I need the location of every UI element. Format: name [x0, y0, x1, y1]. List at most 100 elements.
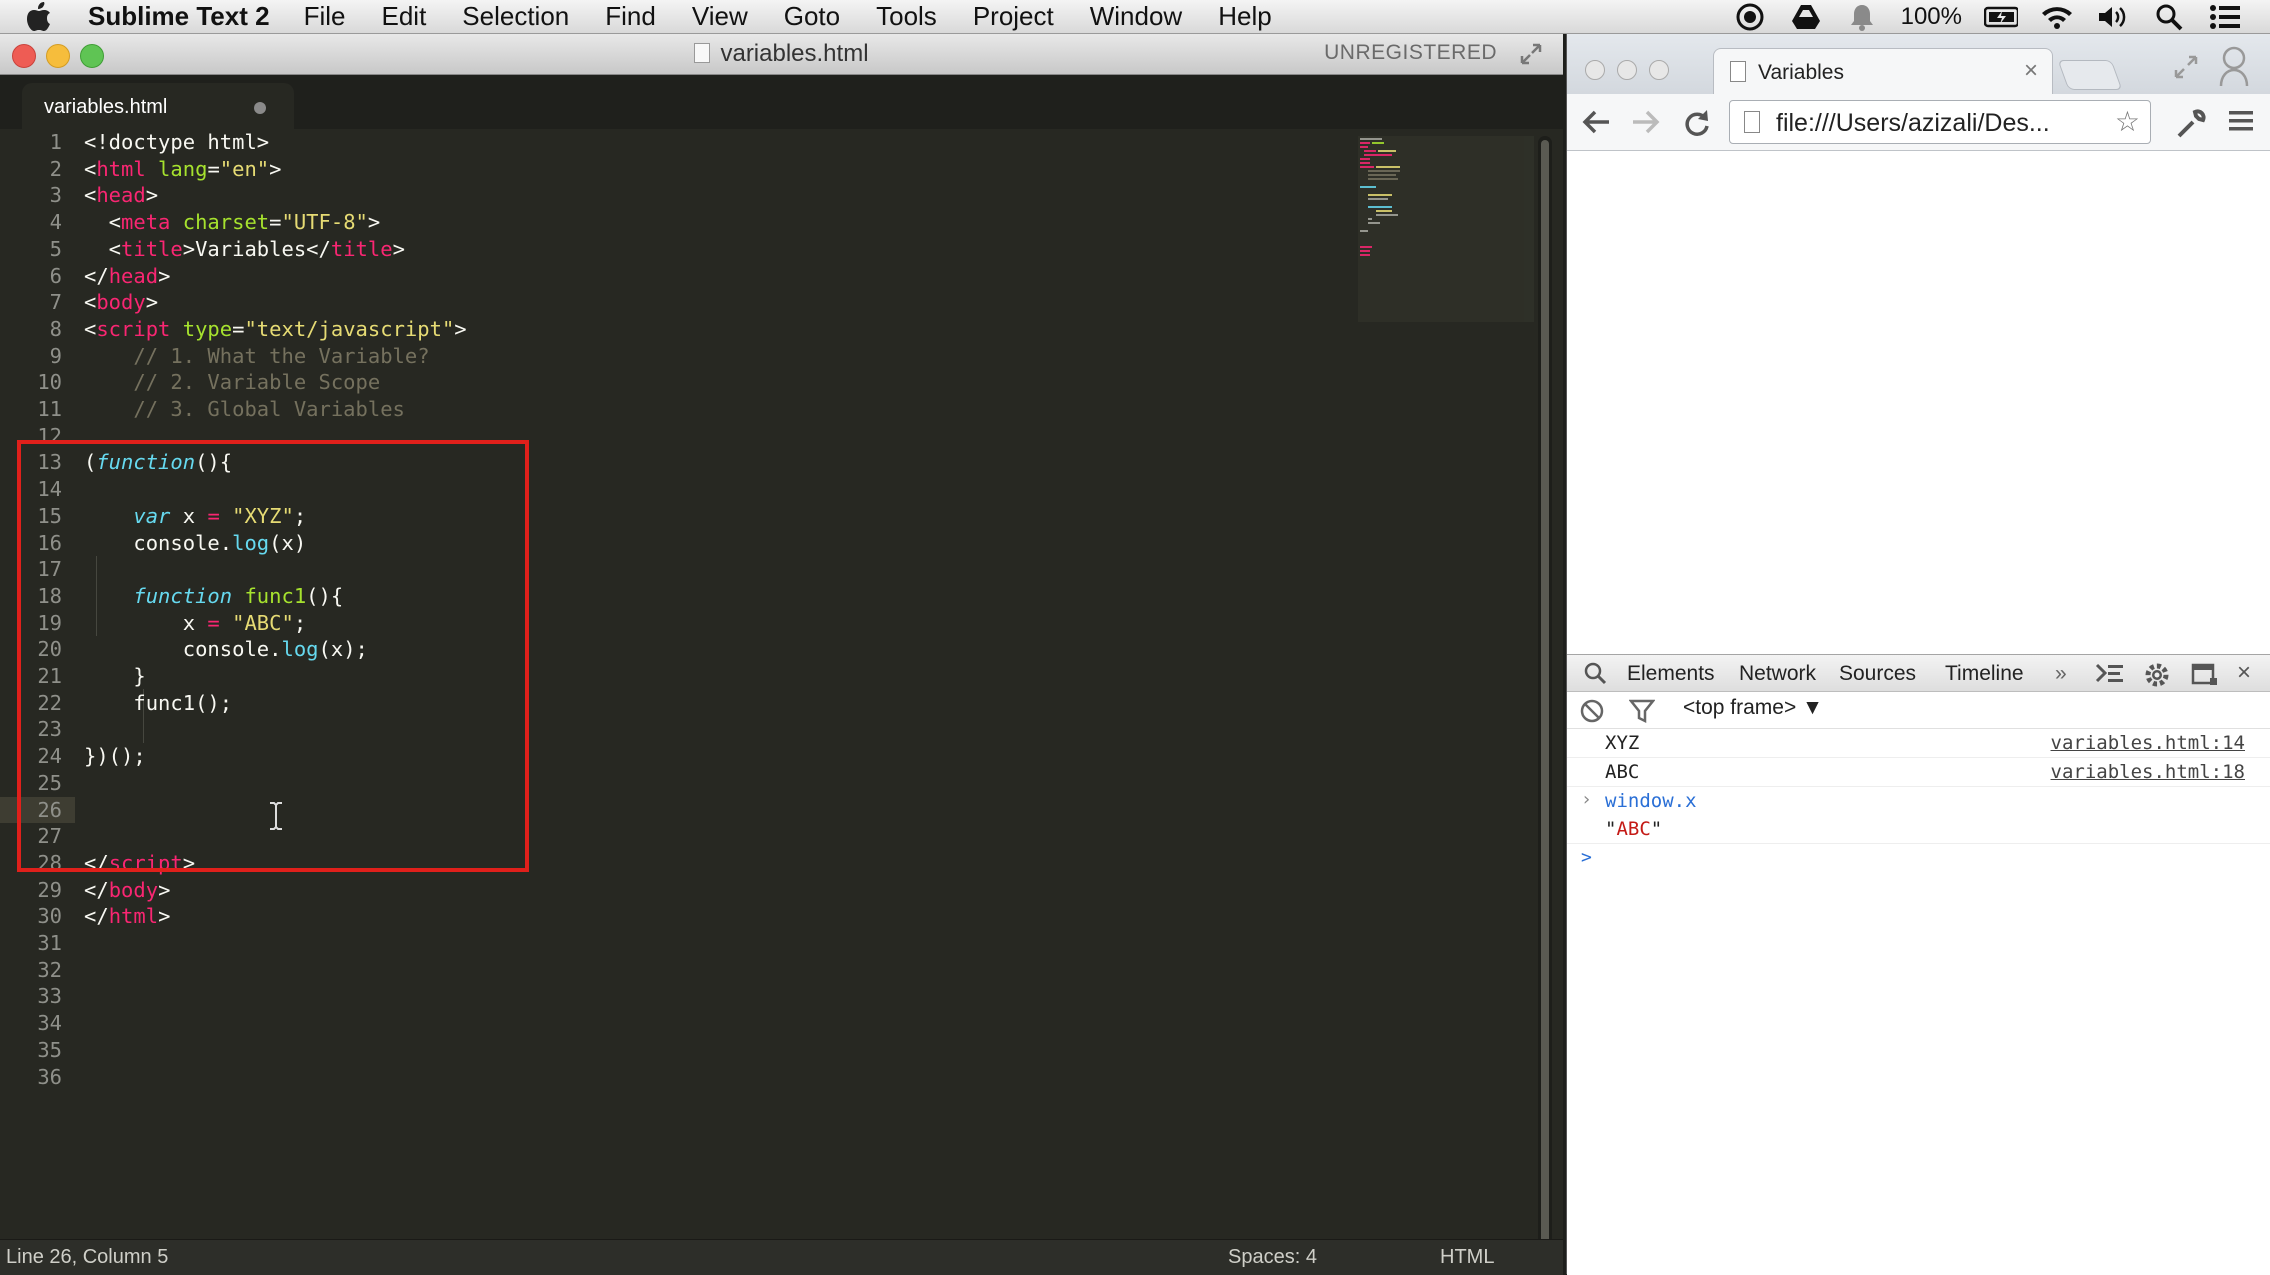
filter-icon[interactable] [1628, 698, 1656, 730]
code-line-24: })(); [84, 744, 146, 769]
notification-list-icon[interactable] [2208, 3, 2242, 31]
battery-icon[interactable] [1984, 3, 2018, 31]
line-number: 5 [49, 236, 62, 261]
line-number: 12 [37, 423, 62, 448]
close-tab-icon[interactable]: × [2024, 57, 2038, 85]
console-log-source-link[interactable]: variables.html:14 [2051, 732, 2245, 754]
line-number: 2 [49, 156, 62, 181]
expand-icon[interactable] [2173, 54, 2199, 85]
frame-selector[interactable]: <top frame> ▼ [1683, 696, 1823, 720]
sublime-titlebar[interactable]: variables.html UNREGISTERED [0, 34, 1563, 75]
line-number: 6 [49, 263, 62, 288]
menu-file[interactable]: File [304, 1, 346, 32]
apple-icon[interactable] [26, 1, 72, 32]
menubar: Sublime Text 2 File Edit Selection Find … [0, 0, 2270, 34]
tab-elements[interactable]: Elements [1627, 662, 1715, 686]
volume-icon[interactable] [2096, 3, 2130, 31]
code-line-1: <!doctype html> [84, 130, 270, 154]
tab-timeline[interactable]: Timeline [1945, 662, 2024, 686]
code-editor[interactable]: 1 2 3 4 5 6 7 8 9 10 11 12 13 14 15 16 17 18 19 20 21 22 23 24 2… [0, 129, 1545, 1271]
file-icon [694, 43, 711, 63]
code-line-6: </head> [84, 263, 171, 288]
console-log-row: XYZ variables.html:14 [1567, 729, 2270, 758]
reload-icon[interactable] [1681, 108, 1711, 143]
sublime-window: variables.html UNREGISTERED variables.ht… [0, 34, 1563, 1275]
chrome-minimize-button[interactable] [1617, 60, 1637, 80]
line-number: 25 [37, 770, 62, 795]
gear-icon[interactable] [2143, 661, 2171, 695]
line-number: 26 [37, 797, 62, 822]
wrench-icon[interactable] [2175, 108, 2207, 145]
profile-icon[interactable] [2217, 44, 2251, 93]
code-line-8: <script type="text/javascript"> [84, 316, 467, 341]
console-icon[interactable] [2095, 661, 2125, 691]
spotlight-icon[interactable] [2152, 3, 2186, 31]
line-number: 27 [37, 824, 62, 849]
menu-icon[interactable] [2227, 108, 2255, 139]
unsaved-dot-icon[interactable] [254, 102, 266, 114]
syntax-setting[interactable]: HTML [1440, 1246, 1494, 1269]
cursor-position: Line 26, Column 5 [6, 1246, 169, 1268]
tab-network[interactable]: Network [1739, 662, 1816, 686]
expand-caret-icon[interactable]: › [1581, 789, 1592, 810]
menu-find[interactable]: Find [605, 1, 656, 32]
chrome-zoom-button[interactable] [1649, 60, 1669, 80]
code-line-30: </html> [84, 904, 171, 929]
line-number: 15 [37, 503, 62, 528]
console-evaluated-expression: window.x [1605, 790, 1697, 812]
console-log-message: XYZ [1605, 732, 1640, 754]
line-number: 34 [37, 1011, 62, 1036]
editor-scroll-thumb[interactable] [1541, 140, 1549, 1258]
line-number: 8 [49, 316, 62, 341]
editor-tab[interactable]: variables.html [22, 83, 294, 129]
line-number: 22 [37, 690, 62, 715]
line-number: 24 [37, 744, 62, 769]
line-number: 4 [49, 210, 62, 235]
menu-help[interactable]: Help [1218, 1, 1271, 32]
code-line-9: // 1. What the Variable? [84, 343, 430, 368]
line-number: 35 [37, 1037, 62, 1062]
chrome-close-button[interactable] [1585, 60, 1605, 80]
console-log-source-link[interactable]: variables.html:18 [2051, 761, 2245, 783]
app-menu[interactable]: Sublime Text 2 [88, 1, 270, 32]
browser-tab[interactable]: Variables × [1713, 48, 2053, 95]
minimap[interactable] [1358, 136, 1534, 322]
menu-selection[interactable]: Selection [462, 1, 569, 32]
console-prompt-row[interactable]: > [1567, 845, 2270, 875]
more-tabs-button[interactable]: » [2055, 662, 2067, 686]
new-tab-button[interactable] [2057, 60, 2123, 90]
code-line-5: <title>Variables</title> [84, 236, 405, 261]
search-icon[interactable] [1583, 661, 1607, 691]
address-bar[interactable]: file:///Users/azizali/Des... ☆ [1729, 100, 2151, 144]
devtools-tabbar: Elements Network Sources Timeline » × [1567, 655, 2270, 692]
console-prompt: > [1581, 847, 1592, 868]
line-number: 36 [37, 1064, 62, 1089]
menu-project[interactable]: Project [973, 1, 1054, 32]
back-icon[interactable] [1581, 108, 1611, 141]
star-icon[interactable]: ☆ [2115, 105, 2140, 138]
menu-view[interactable]: View [692, 1, 748, 32]
wifi-icon[interactable] [2040, 3, 2074, 31]
line-number: 1 [49, 130, 62, 154]
indentation-setting[interactable]: Spaces: 4 [1228, 1246, 1317, 1269]
record-icon[interactable] [1733, 3, 1767, 31]
chrome-tabstrip: Variables × [1567, 34, 2270, 95]
code-line-11: // 3. Global Variables [84, 397, 405, 421]
line-number: 9 [49, 343, 62, 368]
dock-icon[interactable] [2191, 661, 2219, 693]
menu-goto[interactable]: Goto [784, 1, 840, 32]
clear-icon[interactable] [1579, 698, 1605, 730]
line-number: 17 [37, 557, 62, 582]
menu-edit[interactable]: Edit [381, 1, 426, 32]
tab-sources[interactable]: Sources [1839, 662, 1916, 686]
fullscreen-icon[interactable] [1519, 42, 1543, 71]
close-icon[interactable]: × [2237, 659, 2251, 687]
menu-window[interactable]: Window [1090, 1, 1182, 32]
notification-icon[interactable] [1845, 3, 1879, 31]
line-number: 29 [37, 877, 62, 902]
drive-icon[interactable] [1789, 3, 1823, 31]
forward-icon[interactable] [1631, 108, 1661, 141]
devtools-panel: Elements Network Sources Timeline » × <t… [1567, 654, 2270, 1275]
code-line-18: function func1(){ [84, 583, 344, 608]
menu-tools[interactable]: Tools [876, 1, 937, 32]
